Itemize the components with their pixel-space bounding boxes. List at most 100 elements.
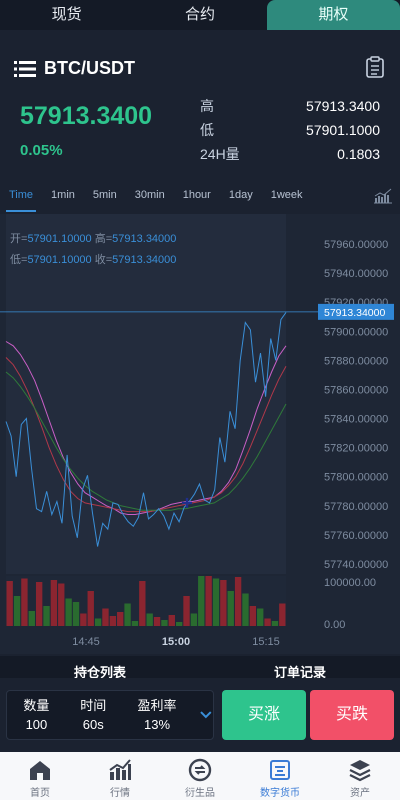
- x-tick-label: 14:45: [72, 636, 100, 648]
- param-quantity: 数量 100: [9, 696, 64, 734]
- stat-value: 57901.1000: [306, 122, 380, 138]
- param-value: 13%: [143, 717, 171, 732]
- pair-name: BTC/USDT: [44, 58, 135, 78]
- buy-down-button[interactable]: 买跌: [310, 690, 394, 740]
- stat-low: 低 57901.1000: [200, 118, 380, 142]
- interval-time[interactable]: Time: [6, 180, 37, 212]
- tab-orders[interactable]: 订单记录: [200, 656, 400, 678]
- y-tick-label: 57800.00000: [324, 472, 388, 484]
- volume-bar: [212, 578, 220, 626]
- legend-high-key: 高=: [94, 233, 113, 245]
- clipboard-icon[interactable]: [366, 56, 384, 78]
- volume-bar: [43, 606, 50, 626]
- y-tick-label: 57900.00000: [324, 326, 388, 338]
- y-tick-label: 57860.00000: [324, 384, 388, 396]
- volume-bar: [242, 593, 249, 626]
- price-chart[interactable]: 57960.00000 57940.00000 57920.00000 57900.0…: [0, 214, 400, 654]
- indicator-chart-icon[interactable]: [374, 188, 392, 204]
- volume-bar: [183, 596, 190, 626]
- derivatives-icon: [188, 758, 212, 782]
- price-chart-svg: 57960.0000057940.0000057920.0000057900.0…: [0, 214, 400, 654]
- volume-bar: [249, 606, 257, 626]
- param-value: 60s: [82, 717, 104, 732]
- layers-icon: [349, 760, 371, 782]
- y-tick-label: 57880.00000: [324, 355, 388, 367]
- interval-1hour[interactable]: 1hour: [180, 180, 214, 212]
- volume-bar: [168, 615, 175, 626]
- plot-area: [6, 214, 286, 574]
- volume-bar: [124, 603, 131, 626]
- volume-bar: [279, 603, 286, 626]
- volume-bar: [146, 613, 153, 626]
- price-stats: 高 57913.3400 低 57901.1000 24H量 0.1803: [200, 94, 380, 166]
- volume-tick-label: 100000.00: [324, 577, 376, 589]
- volume-bar: [271, 621, 279, 626]
- volume-bar: [257, 608, 264, 626]
- stat-value: 57913.3400: [306, 98, 380, 114]
- nav-digital-currency[interactable]: 数字货币: [240, 752, 320, 800]
- nav-label: 首页: [30, 788, 50, 799]
- nav-home[interactable]: 首页: [0, 752, 80, 800]
- y-tick-label: 57840.00000: [324, 414, 388, 426]
- x-tick-label: 15:15: [252, 636, 280, 648]
- stat-high: 高 57913.3400: [200, 94, 380, 118]
- stat-label: 高: [200, 98, 214, 114]
- nav-derivatives[interactable]: 衍生品: [160, 752, 240, 800]
- buy-up-button[interactable]: 买涨: [222, 690, 306, 740]
- x-tick-label: 15:00: [162, 636, 190, 648]
- current-price-label: 57913.34000: [324, 307, 385, 319]
- interval-1day[interactable]: 1day: [226, 180, 256, 212]
- interval-1week[interactable]: 1week: [268, 180, 306, 212]
- tab-spot[interactable]: 现货: [0, 0, 133, 30]
- interval-5min[interactable]: 5min: [90, 180, 120, 212]
- stat-value: 0.1803: [337, 146, 380, 162]
- nav-label: 衍生品: [185, 788, 215, 799]
- volume-bar: [6, 581, 13, 626]
- param-label: 时间: [80, 698, 107, 713]
- volume-bar: [35, 582, 43, 626]
- param-profit-rate: 盈利率 13%: [123, 696, 192, 734]
- y-tick-label: 57760.00000: [324, 530, 388, 542]
- interval-1min[interactable]: 1min: [48, 180, 78, 212]
- interval-30min[interactable]: 30min: [132, 180, 168, 212]
- volume-bar: [227, 591, 234, 626]
- tab-positions[interactable]: 持仓列表: [0, 656, 200, 678]
- volume-bar: [205, 576, 212, 626]
- volume-bar: [94, 618, 102, 626]
- tab-options[interactable]: 期权: [266, 0, 400, 30]
- nav-market[interactable]: 行情: [80, 752, 160, 800]
- volume-bar: [102, 608, 109, 626]
- legend-open-key: 开=: [10, 233, 28, 245]
- ticker-header: BTC/USDT 57913.3400 0.05% 高 57913.3400 低…: [0, 30, 400, 180]
- volume-bar: [198, 576, 205, 626]
- list-menu-icon[interactable]: [14, 60, 36, 78]
- volume-bar: [21, 578, 28, 626]
- volume-bar: [117, 612, 124, 626]
- y-tick-label: 57960.00000: [324, 239, 388, 251]
- chevron-down-icon[interactable]: [199, 710, 213, 720]
- change-percent: 0.05%: [20, 142, 63, 159]
- nav-assets[interactable]: 资产: [320, 752, 400, 800]
- legend-low-value: 57901.10000: [27, 254, 92, 266]
- volume-bar: [80, 613, 87, 626]
- param-label: 数量: [23, 698, 50, 713]
- volume-bar: [139, 581, 146, 626]
- market-type-tabs: 现货 合约 期权: [0, 0, 400, 30]
- y-tick-label: 57940.00000: [324, 268, 388, 280]
- nav-label: 数字货币: [260, 788, 300, 799]
- volume-bar: [28, 611, 35, 626]
- volume-bar: [220, 580, 227, 626]
- volume-bar: [161, 620, 168, 626]
- param-time: 时间 60s: [66, 696, 121, 734]
- pair-selector[interactable]: BTC/USDT: [14, 58, 135, 79]
- stat-label: 24H量: [200, 146, 240, 162]
- param-label: 盈利率: [137, 698, 177, 713]
- volume-bar: [190, 613, 198, 626]
- home-icon: [30, 761, 50, 780]
- volume-bar: [13, 596, 21, 626]
- tab-contract[interactable]: 合约: [133, 0, 266, 30]
- order-params[interactable]: 数量 100 时间 60s 盈利率 13%: [6, 690, 214, 740]
- market-chart-icon: [109, 759, 131, 780]
- record-tabs: 持仓列表 订单记录: [0, 656, 400, 678]
- volume-bar: [87, 591, 94, 626]
